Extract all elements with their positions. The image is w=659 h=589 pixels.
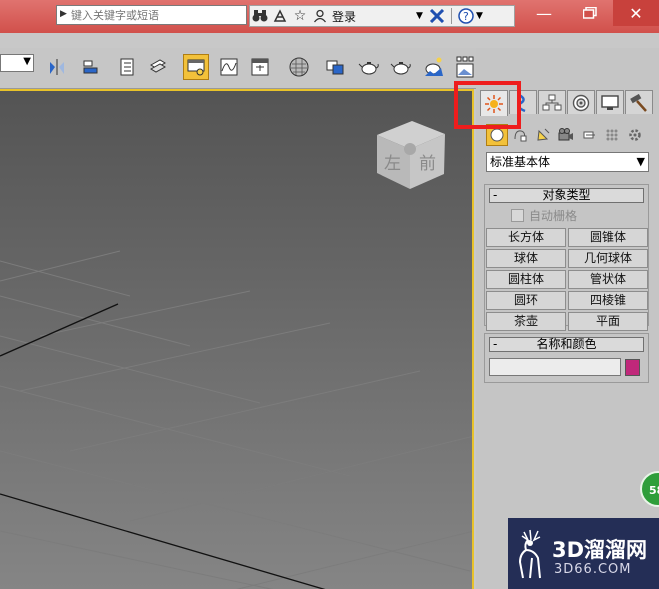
plane-button[interactable]: 平面 (568, 312, 648, 331)
selection-set-dropdown[interactable]: ▼ (0, 54, 34, 72)
curve-editor-icon[interactable] (216, 54, 242, 80)
user-icon[interactable] (310, 7, 330, 25)
pyramid-button[interactable]: 四棱锥 (568, 291, 648, 310)
sphere-button[interactable]: 球体 (486, 249, 566, 268)
modify-icon (517, 93, 526, 112)
torus-button[interactable]: 圆环 (486, 291, 566, 310)
viewcube-front-face[interactable]: 前 (419, 154, 436, 174)
close-icon[interactable]: ✕ (613, 0, 659, 26)
cameras-icon[interactable] (555, 124, 577, 146)
exchange-x-icon[interactable] (427, 7, 447, 25)
watermark-logo: 3D溜溜网 3D66.COM (508, 518, 659, 589)
hierarchy-icon (542, 94, 562, 110)
login-label[interactable]: 登录 (332, 8, 356, 25)
window-controls: — ✕ (521, 0, 659, 28)
command-panel: 标准基本体 ▼ - 对象类型 自动栅格 长方体 圆锥体 球体 几何球体 圆柱体 … (476, 48, 659, 589)
title-bar: ▶ ☆ 登录 ▼ ? ▼ — ✕ (0, 0, 659, 33)
minimize-icon[interactable]: — (521, 0, 567, 26)
chevron-down-icon: ▼ (636, 155, 645, 168)
tab-utilities[interactable] (625, 90, 653, 114)
tab-motion[interactable] (567, 90, 595, 114)
box-button[interactable]: 长方体 (486, 228, 566, 247)
name-and-color-rollout-header[interactable]: - 名称和颜色 (489, 337, 644, 352)
primitive-category-select[interactable]: 标准基本体 ▼ (486, 152, 649, 172)
object-name-input[interactable] (489, 358, 621, 376)
primitive-category-value: 标准基本体 (490, 155, 551, 169)
cylinder-button[interactable]: 圆柱体 (486, 270, 566, 289)
render-teapot-icon[interactable] (356, 54, 382, 80)
space-warps-icon[interactable] (601, 124, 623, 146)
material-editor-icon[interactable] (286, 54, 312, 80)
scene-explorer-icon[interactable] (183, 54, 209, 80)
watermark-main-text: 3D溜溜网 (552, 538, 648, 562)
geosphere-button[interactable]: 几何球体 (568, 249, 648, 268)
restore-icon[interactable] (567, 0, 613, 26)
deer-logo-icon (518, 529, 541, 579)
shapes-icon[interactable] (509, 124, 531, 146)
systems-icon[interactable] (624, 124, 646, 146)
search-expand-icon[interactable]: ▶ (60, 9, 67, 19)
tab-modify[interactable] (509, 90, 537, 114)
login-dropdown-icon[interactable]: ▼ (416, 11, 423, 21)
helpers-icon[interactable] (578, 124, 600, 146)
tab-hierarchy[interactable] (538, 90, 566, 114)
autogrid-checkbox[interactable]: 自动栅格 (511, 207, 648, 224)
motion-icon (572, 94, 590, 111)
render-setup-icon[interactable] (322, 54, 348, 80)
chevron-down-icon: ▼ (23, 56, 31, 67)
viewcube-left-face[interactable]: 左 (384, 154, 401, 174)
geometry-icon[interactable] (486, 124, 508, 146)
graphite-ribbon-icon[interactable] (145, 54, 171, 80)
schematic-view-icon[interactable] (247, 54, 273, 80)
name-row (489, 358, 648, 376)
tab-display[interactable] (596, 90, 624, 114)
layer-manager-icon[interactable] (114, 54, 140, 80)
name-and-color-rollout: - 名称和颜色 (484, 333, 649, 383)
align-icon[interactable] (78, 54, 104, 80)
object-type-rollout: - 对象类型 自动栅格 长方体 圆锥体 球体 几何球体 圆柱体 管状体 圆环 四… (484, 184, 649, 331)
checkbox-box[interactable] (511, 209, 524, 222)
teapot-button[interactable]: 茶壶 (486, 312, 566, 331)
name-and-color-title: 名称和颜色 (536, 337, 597, 351)
subscription-icon[interactable] (270, 7, 290, 25)
object-type-rollout-header[interactable]: - 对象类型 (489, 188, 644, 203)
tube-button[interactable]: 管状体 (568, 270, 648, 289)
perspective-viewport[interactable]: 左 前 (0, 89, 474, 589)
utilities-hammer-icon (630, 93, 647, 112)
object-type-title: 对象类型 (542, 188, 591, 202)
help-dropdown-icon[interactable]: ▼ (476, 11, 483, 21)
search-box[interactable]: ▶ (56, 5, 247, 25)
favorites-star-icon[interactable]: ☆ (290, 7, 310, 25)
search-input[interactable] (71, 7, 241, 23)
display-monitor-icon (601, 94, 619, 110)
collapse-icon: - (493, 188, 498, 202)
tab-create[interactable] (480, 90, 508, 116)
svg-text:?: ? (463, 10, 469, 23)
object-type-buttons: 长方体 圆锥体 球体 几何球体 圆柱体 管状体 圆环 四棱锥 茶壶 平面 (486, 228, 648, 331)
environment-render-icon[interactable] (420, 54, 446, 80)
collapse-icon: - (493, 337, 498, 351)
quick-render-icon[interactable] (388, 54, 414, 80)
cone-button[interactable]: 圆锥体 (568, 228, 648, 247)
command-panel-tabs (480, 90, 654, 116)
binoculars-icon[interactable] (250, 7, 270, 25)
main-toolbar: ▼ (0, 48, 484, 89)
create-subcategory-icons (486, 124, 647, 146)
create-sunburst-icon (485, 94, 503, 113)
help-icon[interactable]: ? (456, 7, 476, 25)
mirror-icon[interactable] (44, 54, 70, 80)
viewcube[interactable]: 左 前 (370, 111, 460, 201)
watermark-sub-text: 3D66.COM (554, 562, 632, 577)
rendered-frame-window-icon[interactable] (452, 54, 478, 80)
object-color-swatch[interactable] (625, 358, 640, 376)
info-center: ☆ 登录 ▼ ? ▼ (249, 5, 515, 27)
separator (450, 8, 452, 24)
autogrid-label: 自动栅格 (529, 209, 578, 223)
lights-icon[interactable] (532, 124, 554, 146)
